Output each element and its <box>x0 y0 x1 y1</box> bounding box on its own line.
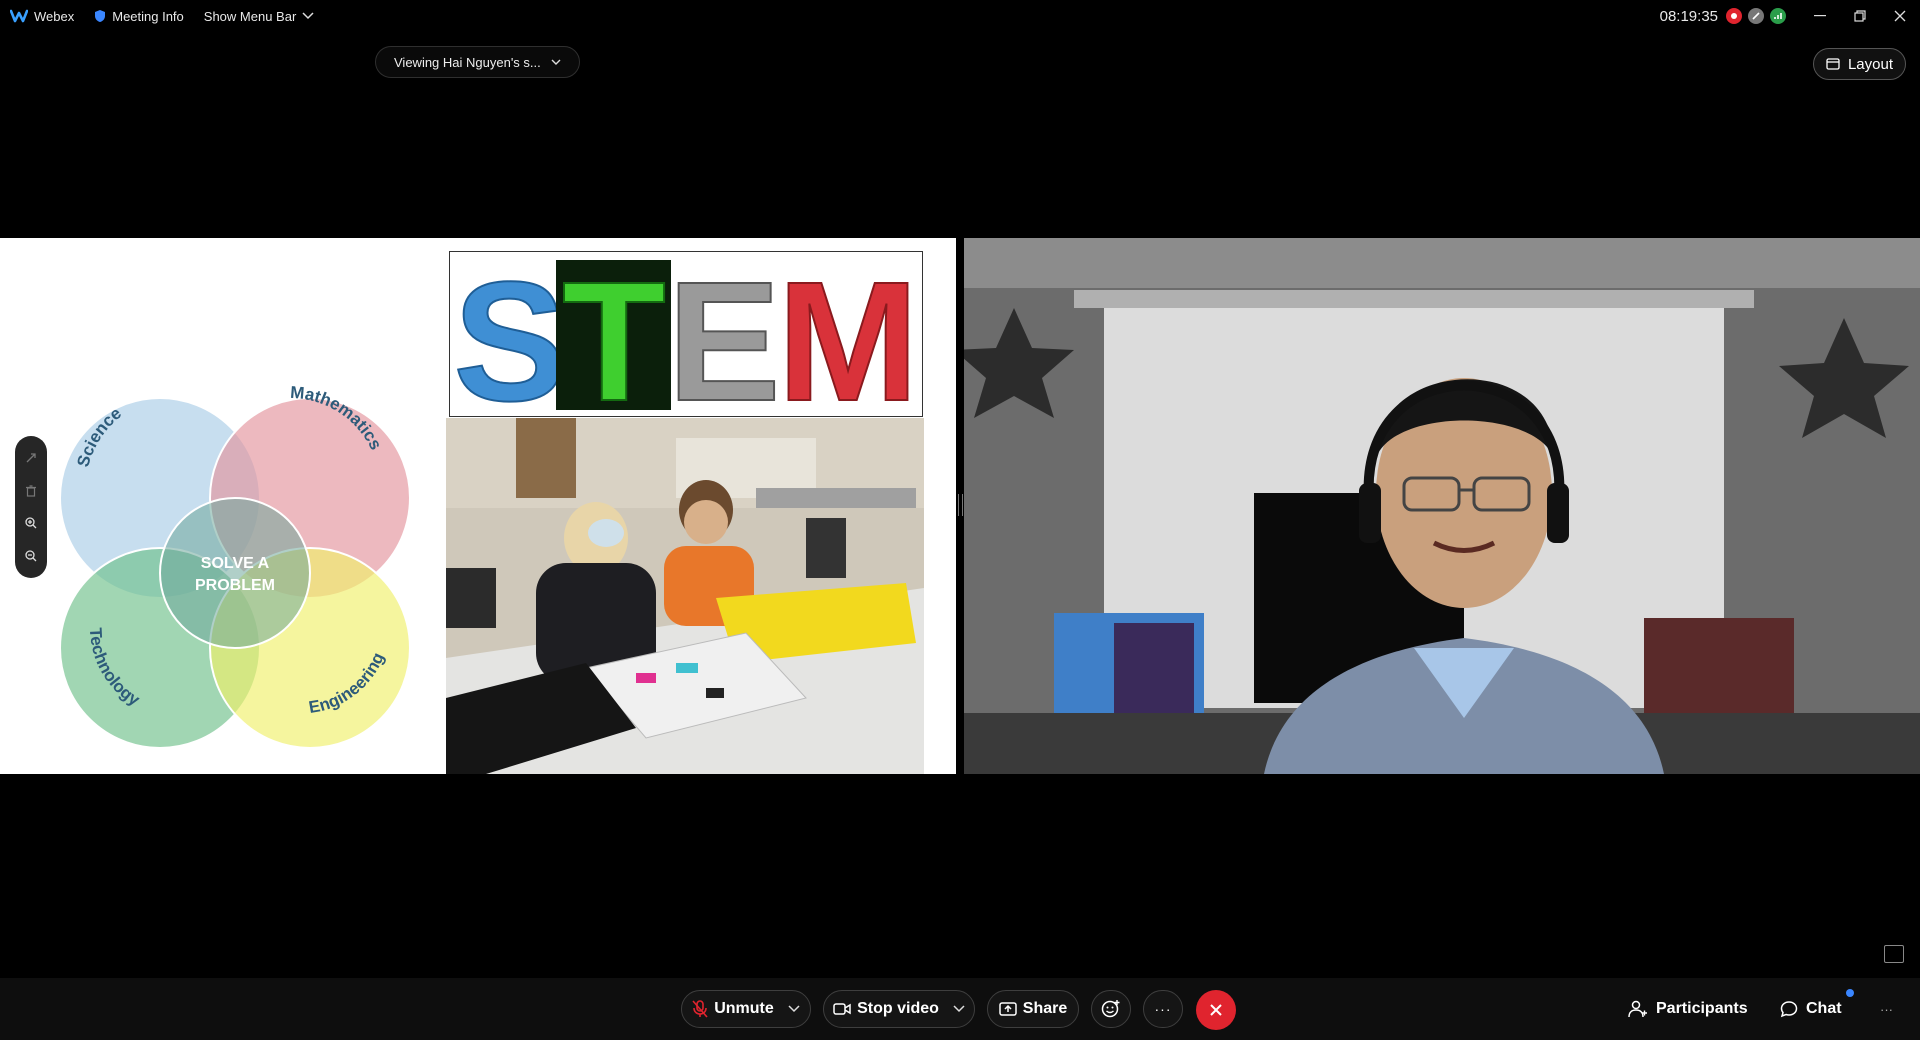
chevron-down-icon[interactable] <box>788 1005 800 1013</box>
webex-app-menu[interactable]: Webex <box>0 0 84 32</box>
share-label: Share <box>1022 1000 1068 1017</box>
stem-venn-diagram: Science Mathematics Technology Engineeri… <box>30 358 440 758</box>
meeting-clock: 08:19:35 <box>1659 7 1718 25</box>
layout-button[interactable]: Layout <box>1812 48 1906 80</box>
meeting-info-label: Meeting Info <box>112 8 184 24</box>
stem-letter-s: S <box>453 252 566 416</box>
chevron-down-icon <box>302 12 314 20</box>
share-screen-icon <box>999 1002 1017 1016</box>
unmute-button[interactable]: Unmute <box>681 990 811 1028</box>
chat-bubble-icon <box>1780 1001 1798 1018</box>
viewing-label: Viewing Hai Nguyen's s... <box>394 54 541 70</box>
zoom-out-icon[interactable] <box>20 545 42 567</box>
pointer-tool-icon[interactable] <box>20 447 42 469</box>
reactions-button[interactable] <box>1091 990 1131 1028</box>
participant-video-frame <box>964 238 1920 774</box>
classroom-photo <box>446 418 924 774</box>
title-bar: Webex Meeting Info Show Menu Bar 08:19:3… <box>0 0 1920 32</box>
toolbar-overflow-button[interactable]: ··· <box>1880 990 1893 1028</box>
video-camera-icon <box>833 1003 851 1015</box>
center-circle <box>159 497 311 649</box>
picture-in-picture-button[interactable] <box>1884 945 1904 963</box>
chevron-down-icon <box>551 59 561 65</box>
chat-notification-badge <box>1846 989 1854 997</box>
layout-icon <box>1826 58 1840 70</box>
webex-logo-icon <box>10 9 28 23</box>
stop-video-label: Stop video <box>857 1000 939 1017</box>
zoom-in-icon[interactable] <box>20 512 42 534</box>
stem-letter-t: T <box>562 252 666 416</box>
layout-label: Layout <box>1847 55 1893 73</box>
app-name: Webex <box>34 8 75 24</box>
microphone-muted-icon <box>692 1000 708 1018</box>
trash-icon[interactable] <box>20 480 42 502</box>
chevron-down-icon[interactable] <box>953 1005 965 1013</box>
meeting-info-button[interactable]: Meeting Info <box>84 0 194 32</box>
restore-window-button[interactable] <box>1840 0 1880 32</box>
close-icon <box>1210 1004 1222 1016</box>
show-menu-bar-label: Show Menu Bar <box>203 8 297 24</box>
chat-button[interactable]: Chat <box>1780 990 1842 1028</box>
more-options-button[interactable]: ··· <box>1143 990 1183 1028</box>
end-meeting-button[interactable] <box>1196 990 1236 1030</box>
center-label-line1: SOLVE A <box>201 555 270 572</box>
share-button[interactable]: Share <box>987 990 1079 1028</box>
participants-icon <box>1628 1000 1647 1018</box>
participants-label: Participants <box>1656 1000 1748 1017</box>
emoji-reaction-icon <box>1101 1000 1120 1018</box>
minimize-window-button[interactable] <box>1800 0 1840 32</box>
recording-indicator-icon[interactable] <box>1726 8 1742 24</box>
participant-video-tile[interactable] <box>964 238 1920 774</box>
network-health-icon[interactable] <box>1770 8 1786 24</box>
participants-button[interactable]: Participants <box>1628 990 1748 1028</box>
stem-banner-image: S T E M <box>449 251 923 417</box>
stem-letter-m: M <box>777 252 919 416</box>
chat-label: Chat <box>1806 1000 1842 1017</box>
viewing-share-dropdown[interactable]: Viewing Hai Nguyen's s... <box>375 46 580 78</box>
minimize-icon <box>1814 15 1826 17</box>
close-icon <box>1894 10 1906 22</box>
panel-resize-handle[interactable] <box>958 494 963 516</box>
meeting-controls-bar: Unmute Stop video Share ··· Participants… <box>0 978 1920 1040</box>
restore-icon <box>1854 10 1866 22</box>
shared-content-panel: Science Mathematics Technology Engineeri… <box>0 238 956 774</box>
unmute-label: Unmute <box>714 1000 774 1017</box>
tool-indicator-icon[interactable] <box>1748 8 1764 24</box>
stop-video-button[interactable]: Stop video <box>823 990 975 1028</box>
shield-icon <box>95 10 106 22</box>
close-window-button[interactable] <box>1880 0 1920 32</box>
show-menu-bar-button[interactable]: Show Menu Bar <box>194 0 325 32</box>
annotation-zoom-controls <box>15 436 47 578</box>
center-label-line2: PROBLEM <box>195 577 275 594</box>
more-options-label: ··· <box>1154 1001 1172 1017</box>
stem-letter-e: E <box>667 252 780 416</box>
toolbar-overflow-label: ··· <box>1880 1001 1893 1017</box>
